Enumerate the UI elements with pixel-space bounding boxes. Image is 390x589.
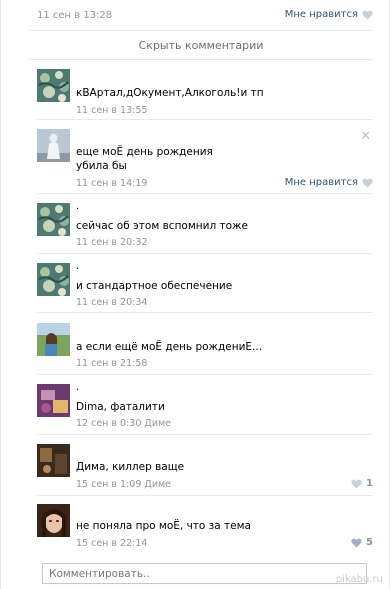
like-count: 5 xyxy=(366,537,373,548)
reply-to-link[interactable]: Диме xyxy=(144,479,171,490)
watermark: pikabu.ru xyxy=(335,574,383,585)
comment-date-text: 11 сен в 13:55 xyxy=(76,105,148,116)
comments-page: 11 сен в 13:28 Мне нравится Скрыть комме… xyxy=(0,0,390,589)
comment-date-text: 15 сен в 22:14 xyxy=(76,538,148,549)
comment-item: . Dima, фаталити 12 сен в 0:30 Диме xyxy=(37,376,373,435)
comment-like-button[interactable]: 1 xyxy=(351,478,373,489)
comment-text: а если ещё моЁ день рождениЕ... xyxy=(76,341,263,353)
comment-date-text: 11 сен в 21:58 xyxy=(76,358,148,369)
comment-text: не поняла про моЁ, что за тема xyxy=(76,520,251,532)
comment-date[interactable]: 15 сен в 1:09 Диме xyxy=(76,479,171,490)
comment-date-text: 11 сен в 20:34 xyxy=(76,297,148,308)
comment-mark: . xyxy=(76,261,80,272)
purple-avatar[interactable] xyxy=(37,384,70,417)
comment-text: кВАртал,дОкумент,Алкоголь!и тп xyxy=(76,87,264,99)
vangogh-avatar[interactable] xyxy=(37,263,70,296)
comment-input[interactable] xyxy=(43,564,366,583)
comment-date[interactable]: 11 сен в 13:55 xyxy=(76,105,147,116)
statue-avatar[interactable] xyxy=(37,129,70,162)
comment-item: не поняла про моЁ, что за тема 15 сен в … xyxy=(37,497,373,557)
comment-date-text: 11 сен в 14:19 xyxy=(76,178,148,189)
comment-date-text: 11 сен в 20:32 xyxy=(76,237,148,248)
comment-item: ✕ еще моЁ день рождения убила бы 11 сен … xyxy=(37,121,373,194)
comment-item: кВАртал,дОкумент,Алкоголь!и тп 11 сен в … xyxy=(37,64,373,120)
comment-text: сейчас об этом вспомнил тоже xyxy=(76,220,248,232)
comment-item: а если ещё моЁ день рождениЕ... 11 сен в… xyxy=(37,314,373,375)
dark-room-avatar[interactable] xyxy=(37,444,70,477)
comment-mark: . xyxy=(76,201,80,212)
post-like-button[interactable]: Мне нравится xyxy=(285,9,373,20)
girl-face-avatar[interactable] xyxy=(37,504,70,537)
comment-date[interactable]: 11 сен в 21:58 xyxy=(76,358,147,369)
comment-item: . и стандартное обеспечение 11 сен в 20:… xyxy=(37,255,373,313)
comment-like-button[interactable]: Мне нравится xyxy=(285,177,373,188)
comment-input-box xyxy=(42,563,367,584)
close-icon[interactable]: ✕ xyxy=(360,129,371,144)
like-label: Мне нравится xyxy=(284,9,358,20)
comment-text: еще моЁ день рождения убила бы xyxy=(76,146,213,172)
heart-icon xyxy=(362,10,373,20)
post-meta: 11 сен в 13:28 Мне нравится xyxy=(37,9,373,23)
comment-text: и стандартное обеспечение xyxy=(76,280,233,292)
vangogh-avatar[interactable] xyxy=(37,203,70,236)
vangogh-avatar[interactable] xyxy=(37,69,70,102)
comment-date[interactable]: 11 сен в 14:19 xyxy=(76,178,147,189)
reply-to-link[interactable]: Диме xyxy=(144,418,171,429)
like-label: Мне нравится xyxy=(284,177,358,188)
comment-date[interactable]: 15 сен в 22:14 xyxy=(76,538,147,549)
comment-mark: . xyxy=(76,382,80,393)
heart-icon xyxy=(351,538,362,548)
comment-date[interactable]: 11 сен в 20:34 xyxy=(76,297,147,308)
girl-outdoor-avatar[interactable] xyxy=(37,323,70,356)
post-date[interactable]: 11 сен в 13:28 xyxy=(37,10,112,21)
comment-date-text: 15 сен в 1:09 xyxy=(76,479,142,490)
comment-text: Дима, киллер ваще xyxy=(76,461,185,473)
comment-like-button[interactable]: 5 xyxy=(351,537,373,548)
like-count: 1 xyxy=(366,478,373,489)
comment-date[interactable]: 11 сен в 20:32 xyxy=(76,237,147,248)
comment-date-text: 12 сен в 0:30 xyxy=(76,418,142,429)
comment-item: Дима, киллер ваще 15 сен в 1:09 Диме 1 xyxy=(37,436,373,496)
heart-icon xyxy=(362,178,373,188)
heart-icon xyxy=(351,479,362,489)
comment-item: . сейчас об этом вспомнил тоже 11 сен в … xyxy=(37,195,373,254)
hide-comments-link[interactable]: Скрыть комментарии xyxy=(29,30,373,60)
comment-date[interactable]: 12 сен в 0:30 Диме xyxy=(76,418,171,429)
comment-text: Dima, фаталити xyxy=(76,401,165,413)
